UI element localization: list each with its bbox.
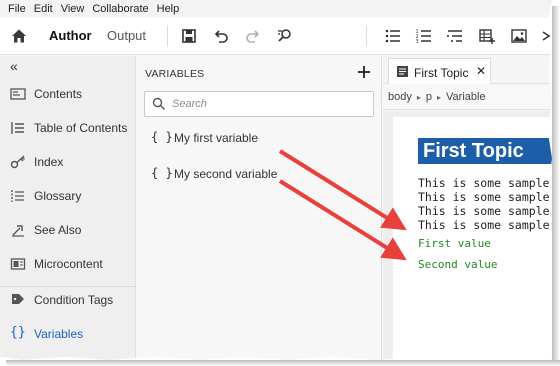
screenshot-shadow (552, 6, 560, 366)
condition-tag-icon (12, 294, 24, 304)
topic-heading: First Topic (418, 138, 552, 164)
editor-tab-bar: First Topic ✕ (383, 56, 552, 84)
search-input[interactable] (172, 96, 367, 112)
braces-icon: {} (10, 325, 26, 340)
tab-output[interactable]: Output (107, 28, 146, 43)
variables-panel: VARIABLES { } My first variable { } My s… (137, 56, 382, 360)
braces-icon: { } (151, 166, 173, 180)
breadcrumb-item[interactable]: body (388, 91, 412, 103)
redo-icon[interactable] (244, 27, 262, 45)
tab-first-topic[interactable]: First Topic ✕ (388, 58, 491, 84)
contents-icon (10, 88, 26, 100)
topic-file-icon (397, 66, 408, 77)
home-icon[interactable] (10, 27, 28, 45)
paragraph: This is some sample te (418, 176, 552, 190)
nav-item-label: Table of Contents (34, 121, 128, 135)
glossary-icon (11, 190, 24, 202)
nav-item-label: Index (34, 155, 64, 169)
menu-view[interactable]: View (57, 3, 89, 15)
variable-item[interactable]: { } My first variable (151, 126, 376, 150)
nav-item-label: Contents (34, 87, 83, 101)
variable-value: Second value (418, 258, 498, 271)
menu-edit[interactable]: Edit (30, 3, 57, 15)
key-icon (10, 155, 25, 169)
topic-page[interactable]: First Topic This is some sample te This … (393, 117, 552, 360)
toolbar: Author Output 1 2 3 (0, 17, 552, 55)
variable-label: My second variable (174, 167, 278, 181)
nav-item-label: Condition Tags (34, 293, 114, 307)
menu-file[interactable]: File (4, 3, 30, 15)
save-icon[interactable] (180, 27, 198, 45)
nav-item-label: Microcontent (34, 257, 103, 271)
nav-item-variables[interactable]: {} Variables (0, 320, 136, 348)
add-variable-button[interactable] (356, 64, 372, 80)
tab-author[interactable]: Author (49, 28, 92, 43)
paragraph: This is some sample te (418, 204, 552, 218)
bullet-list-icon[interactable] (384, 27, 402, 45)
toolbar-divider (366, 25, 367, 47)
insert-image-icon[interactable] (510, 27, 528, 45)
multilevel-list-icon[interactable] (446, 27, 464, 45)
breadcrumb: body ▸ p ▸ Variable (383, 85, 552, 110)
variable-label: My first variable (174, 131, 259, 145)
panel-title: VARIABLES (145, 68, 205, 80)
svg-text:3: 3 (416, 39, 419, 45)
search-box (144, 91, 374, 117)
overflow-icon[interactable] (540, 27, 552, 45)
breadcrumb-item[interactable]: Variable (446, 91, 486, 103)
close-icon[interactable]: ✕ (476, 64, 486, 78)
nav-item-label: Variables (34, 327, 84, 341)
nav-item-microcontent[interactable]: Microcontent (0, 250, 136, 278)
nav-item-table-of-contents[interactable]: Table of Contents (0, 114, 136, 142)
nav-item-label: See Also (34, 223, 82, 237)
breadcrumb-separator-icon: ▸ (416, 92, 421, 102)
breadcrumb-separator-icon: ▸ (437, 92, 442, 102)
toolbar-divider (167, 25, 168, 47)
nav-item-condition-tags[interactable]: Condition Tags (0, 286, 136, 314)
nav-item-see-also[interactable]: See Also (0, 216, 136, 244)
app-window: File Edit View Collaborate Help Author O… (0, 0, 552, 360)
search-icon (152, 97, 166, 111)
variable-value: First value (418, 237, 491, 250)
microcontent-icon (10, 258, 26, 270)
nav-item-index[interactable]: Index (0, 148, 136, 176)
paragraph: This is some sample te (418, 190, 552, 204)
nav-item-contents[interactable]: Contents (0, 80, 136, 108)
see-also-icon (12, 225, 24, 237)
menu-collaborate[interactable]: Collaborate (88, 3, 152, 15)
numbered-list-icon[interactable]: 1 2 3 (415, 27, 433, 45)
toc-icon (11, 122, 24, 134)
undo-icon[interactable] (212, 27, 230, 45)
nav-item-glossary[interactable]: Glossary (0, 182, 136, 210)
variable-item[interactable]: { } My second variable (151, 162, 376, 186)
editor-canvas: First Topic This is some sample te This … (383, 111, 552, 360)
left-navigation: « Contents Table of Contents Index Gloss… (0, 56, 136, 360)
braces-icon: { } (151, 130, 173, 144)
paragraph: This is some sample te (418, 218, 552, 232)
find-replace-icon[interactable] (276, 27, 294, 45)
screenshot-shadow (6, 360, 560, 366)
collapse-nav-icon[interactable]: « (10, 58, 18, 74)
nav-item-label: Glossary (34, 189, 82, 203)
insert-table-icon[interactable] (478, 27, 496, 45)
menu-bar: File Edit View Collaborate Help (0, 0, 552, 17)
tab-label: First Topic (414, 66, 469, 80)
menu-help[interactable]: Help (153, 3, 184, 15)
